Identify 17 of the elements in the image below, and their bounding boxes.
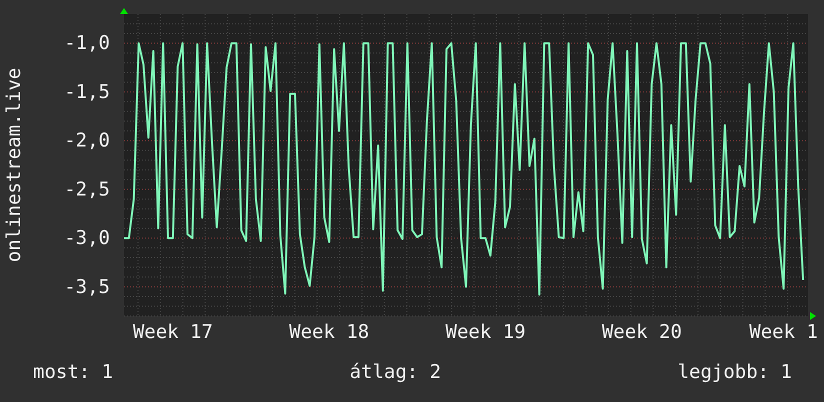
x-axis-label: Week 20 [602, 321, 682, 343]
legend-text: most: 1 [33, 361, 114, 383]
x-axis-label: Week 19 [446, 321, 526, 343]
y-axis-label: -3,0 [64, 227, 110, 250]
y-axis-title: onlinestream.live [3, 68, 25, 262]
y-axis-label: -1,5 [64, 80, 110, 103]
legend-text: átlag: 2 [350, 361, 442, 383]
y-axis-label: -1,0 [64, 32, 110, 54]
legend-text: legjobb: 1 [678, 361, 792, 383]
y-axis-label: -2,0 [64, 130, 110, 152]
x-axis-label: Week 17 [132, 321, 213, 343]
y-axis-label: -3,5 [64, 276, 110, 298]
x-axis-arrow-icon [810, 312, 816, 320]
y-axis-label: -2,5 [64, 178, 110, 200]
x-axis-label: Week 18 [289, 321, 370, 343]
x-axis-label: Week 1 [749, 321, 818, 343]
y-axis-arrow-icon [120, 8, 128, 14]
